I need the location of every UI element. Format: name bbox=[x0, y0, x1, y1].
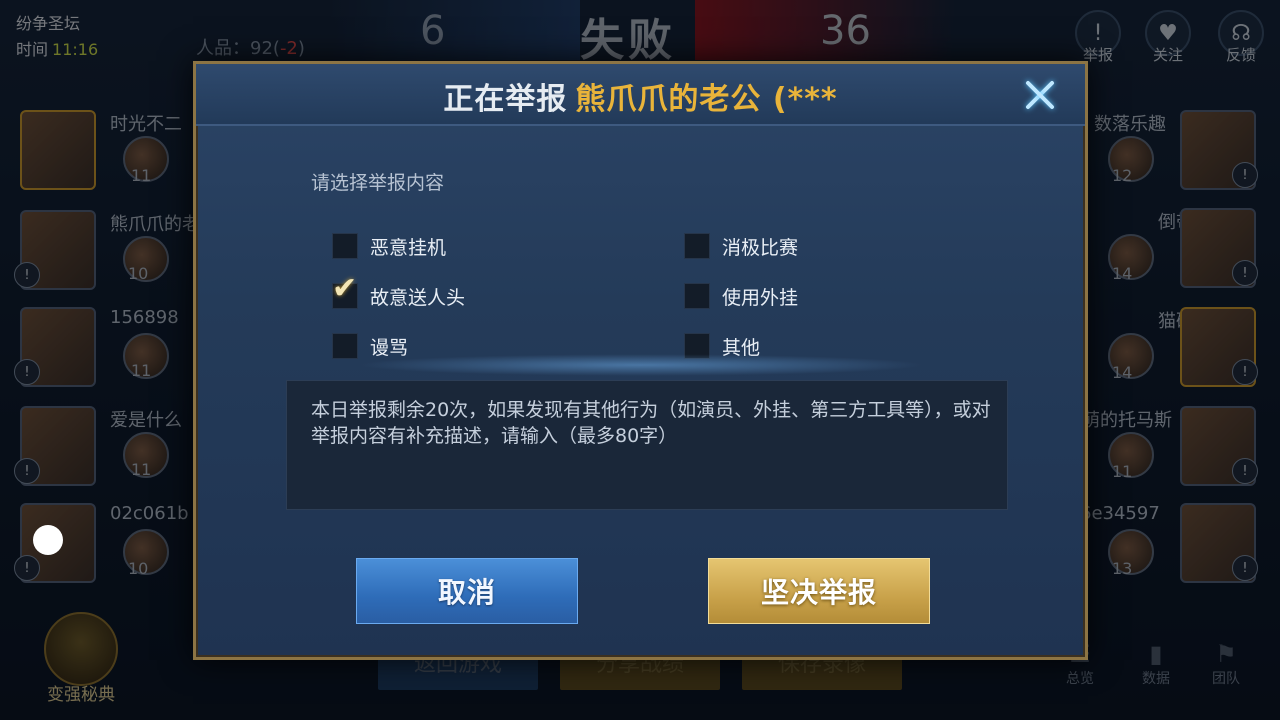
divider bbox=[356, 354, 926, 376]
report-dialog: 正在举报 熊爪爪的老公 (*** 请选择举报内容 恶意挂机 消极比赛 ✔ 故意送人… bbox=[193, 61, 1088, 660]
assistive-touch-button[interactable] bbox=[33, 525, 63, 555]
input-placeholder: 本日举报剩余20次，如果发现有其他行为（如演员、外挂、第三方工具等），或对举报内… bbox=[311, 399, 991, 447]
report-dialog-header: 正在举报 熊爪爪的老公 (*** bbox=[196, 64, 1085, 126]
option-label: 消极比赛 bbox=[722, 236, 799, 259]
close-icon[interactable] bbox=[1021, 76, 1059, 114]
checkbox[interactable] bbox=[684, 283, 710, 309]
report-prompt: 请选择举报内容 bbox=[311, 172, 445, 194]
checkbox[interactable]: ✔ bbox=[332, 274, 358, 309]
report-dialog-title: 正在举报 熊爪爪的老公 (*** bbox=[196, 74, 1085, 118]
checkbox[interactable] bbox=[332, 233, 358, 259]
checkbox[interactable] bbox=[332, 333, 358, 359]
cancel-button[interactable]: 取消 bbox=[356, 558, 578, 624]
option-afk[interactable]: 恶意挂机 bbox=[332, 232, 446, 260]
option-negative-play[interactable]: 消极比赛 bbox=[684, 232, 798, 260]
checkmark-icon: ✔ bbox=[332, 271, 358, 306]
option-cheating[interactable]: 使用外挂 bbox=[684, 282, 798, 310]
option-intentional-feeding[interactable]: ✔ 故意送人头 bbox=[332, 274, 466, 310]
confirm-report-button[interactable]: 坚决举报 bbox=[708, 558, 930, 624]
option-label: 故意送人头 bbox=[370, 286, 466, 309]
option-label: 使用外挂 bbox=[722, 286, 799, 309]
reported-player-name: 熊爪爪的老公 (*** bbox=[575, 82, 838, 117]
checkbox[interactable] bbox=[684, 233, 710, 259]
report-description-input[interactable]: 本日举报剩余20次，如果发现有其他行为（如演员、外挂、第三方工具等），或对举报内… bbox=[286, 380, 1008, 510]
option-label: 恶意挂机 bbox=[370, 236, 447, 259]
report-title-prefix: 正在举报 bbox=[443, 82, 568, 117]
